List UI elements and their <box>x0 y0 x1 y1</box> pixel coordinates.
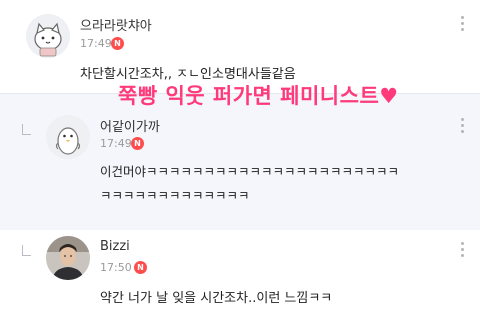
reply-comment-item: Bizzi 17:50 N 약간 너가 날 잊을 시간조차..이런 느낌ㅋㅋ <box>0 230 480 320</box>
more-options-icon[interactable] <box>461 118 464 136</box>
comment-text: 약간 너가 날 잊을 시간조차..이런 느낌ㅋㅋ <box>100 291 333 306</box>
comment-timestamp: 17:49 <box>100 137 132 150</box>
reply-indent-icon <box>22 245 31 256</box>
new-badge: N <box>131 137 144 150</box>
comment-text-line: ㅋㅋㅋㅋㅋㅋㅋㅋㅋㅋㅋㅋㅋ <box>100 188 250 203</box>
more-options-icon[interactable] <box>461 242 464 260</box>
comment-author[interactable]: 으라라랏챠아 <box>80 15 152 34</box>
new-badge: N <box>134 261 147 274</box>
penguin-avatar-icon[interactable] <box>46 115 90 159</box>
comment-timestamp: 17:50 <box>100 261 132 274</box>
person-photo-avatar[interactable] <box>46 236 90 280</box>
comment-timestamp: 17:49 <box>80 37 112 50</box>
reply-indent-icon <box>22 124 31 135</box>
comment-author[interactable]: 어같이가까 <box>100 116 160 135</box>
comment-text-line: 이건머야ㅋㅋㅋㅋㅋㅋㅋㅋㅋㅋㅋㅋㅋㅋㅋㅋㅋㅋㅋㅋㅋㅋ <box>100 164 400 179</box>
comment-author[interactable]: Bizzi <box>100 239 130 254</box>
more-options-icon[interactable] <box>461 16 464 34</box>
watermark-overlay-text: 쭉빵 익웃 퍼가면 페미니스트♥ <box>118 84 399 108</box>
reply-comment-item: 어같이가까 17:49 N 이건머야ㅋㅋㅋㅋㅋㅋㅋㅋㅋㅋㅋㅋㅋㅋㅋㅋㅋㅋㅋㅋㅋㅋ… <box>0 93 480 232</box>
new-badge: N <box>111 37 124 50</box>
cat-avatar-icon[interactable] <box>26 14 70 58</box>
